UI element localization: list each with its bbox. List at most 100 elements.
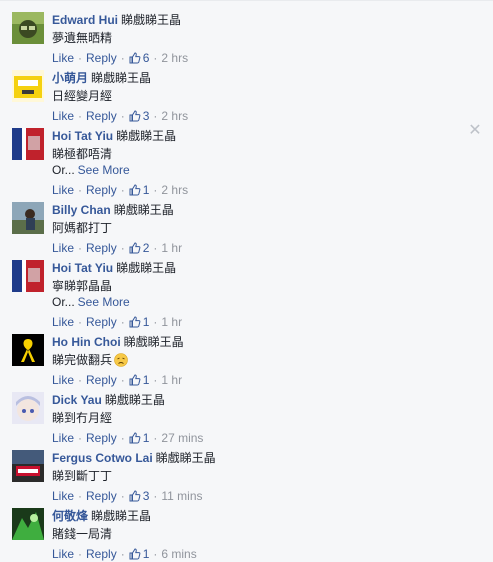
like-link[interactable]: Like bbox=[52, 183, 74, 197]
comment-author-link[interactable]: Fergus Cotwo Lai bbox=[52, 451, 153, 465]
top-divider bbox=[0, 0, 493, 1]
comment-page-tag[interactable]: 睇戲睇王晶 bbox=[105, 393, 165, 407]
thumbs-up-icon bbox=[129, 184, 141, 196]
reply-link[interactable]: Reply bbox=[86, 431, 117, 445]
comment-page-tag[interactable]: 睇戲睇王晶 bbox=[116, 261, 176, 275]
comment-timestamp[interactable]: 11 mins bbox=[161, 489, 202, 503]
like-count-value: 1 bbox=[142, 315, 150, 329]
separator-dot: · bbox=[78, 51, 83, 65]
comment-page-tag[interactable]: 睇戲睇王晶 bbox=[91, 509, 151, 523]
like-link[interactable]: Like bbox=[52, 431, 74, 445]
comment-page-tag[interactable]: 睇戲睇王晶 bbox=[156, 451, 216, 465]
like-link[interactable]: Like bbox=[52, 489, 74, 503]
reply-link[interactable]: Reply bbox=[86, 183, 117, 197]
separator-dot: · bbox=[153, 183, 158, 197]
comment-body: 小萌月 睇戲睇王晶 日經變月經 Like · Reply · 3 · 2 hrs bbox=[52, 70, 472, 124]
comment-actions: Like · Reply · 1 · 1 hr bbox=[52, 372, 472, 388]
comment-author-link[interactable]: Billy Chan bbox=[52, 203, 111, 217]
like-count[interactable]: 1 bbox=[129, 431, 150, 445]
comment-author-link[interactable]: Edward Hui bbox=[52, 13, 118, 27]
reply-link[interactable]: Reply bbox=[86, 373, 117, 387]
separator-dot: · bbox=[120, 109, 125, 123]
close-icon[interactable]: ✕ bbox=[468, 123, 482, 139]
comment-header: 何敬烽 睇戲睇王晶 bbox=[52, 508, 472, 524]
separator-dot: · bbox=[120, 315, 125, 329]
reply-link[interactable]: Reply bbox=[86, 489, 117, 503]
like-count[interactable]: 3 bbox=[129, 489, 149, 503]
like-count[interactable]: 2 bbox=[129, 241, 149, 255]
like-link[interactable]: Like bbox=[52, 51, 74, 65]
like-count[interactable]: 1 bbox=[129, 373, 149, 387]
comment-timestamp[interactable]: 2 hrs bbox=[161, 51, 188, 65]
yellow-cartoon-avatar[interactable] bbox=[12, 70, 44, 102]
reply-link[interactable]: Reply bbox=[86, 109, 117, 123]
comment-timestamp[interactable]: 2 hrs bbox=[161, 183, 188, 197]
comment-header: Hoi Tat Yiu 睇戲睇王晶 bbox=[52, 260, 472, 276]
like-count[interactable]: 1 bbox=[129, 183, 149, 197]
yellow-ribbon-avatar[interactable] bbox=[12, 334, 44, 366]
comment-header: Hoi Tat Yiu 睇戲睇王晶 bbox=[52, 128, 472, 144]
green-fantasy-avatar[interactable] bbox=[12, 508, 44, 540]
separator-dot: · bbox=[120, 373, 125, 387]
reply-link[interactable]: Reply bbox=[86, 51, 117, 65]
separator-dot: · bbox=[153, 431, 158, 445]
separator-dot: · bbox=[78, 489, 83, 503]
thumbs-up-icon bbox=[129, 110, 141, 122]
comment-header: Dick Yau 睇戲睇王晶 bbox=[52, 392, 472, 408]
like-count[interactable]: 3 bbox=[129, 109, 149, 123]
comment-author-link[interactable]: Hoi Tat Yiu bbox=[52, 261, 113, 275]
comment-timestamp[interactable]: 2 hrs bbox=[161, 109, 188, 123]
like-link[interactable]: Like bbox=[52, 315, 74, 329]
separator-dot: · bbox=[120, 51, 125, 65]
comment-author-link[interactable]: Ho Hin Choi bbox=[52, 335, 121, 349]
thumbs-up-icon bbox=[129, 432, 141, 444]
thumbs-up-icon bbox=[129, 316, 141, 328]
comment-more-text: Or... bbox=[52, 163, 75, 177]
comment-page-tag[interactable]: 睇戲睇王晶 bbox=[114, 203, 174, 217]
reply-link[interactable]: Reply bbox=[86, 315, 117, 329]
like-count[interactable]: 6 bbox=[129, 51, 149, 65]
separator-dot: · bbox=[78, 183, 83, 197]
see-more-link[interactable]: See More bbox=[78, 163, 130, 177]
separator-dot: · bbox=[153, 109, 158, 123]
comment-page-tag[interactable]: 睇戲睇王晶 bbox=[124, 335, 184, 349]
comment-author-link[interactable]: 小萌月 bbox=[52, 71, 88, 85]
thumbs-up-icon bbox=[129, 548, 141, 560]
comment-actions: Like · Reply · 1 · 6 mins bbox=[52, 546, 472, 562]
like-link[interactable]: Like bbox=[52, 241, 74, 255]
comment-text: 阿媽都打丁 bbox=[52, 220, 472, 236]
comment-page-tag[interactable]: 睇戲睇王晶 bbox=[91, 71, 151, 85]
flag-avatar[interactable] bbox=[12, 128, 44, 160]
photo-avatar[interactable] bbox=[12, 202, 44, 234]
comment-actions: Like · Reply · 6 · 2 hrs bbox=[52, 50, 472, 66]
comment-body: Edward Hui 睇戲睇王晶 夢遺無晒精 Like · Reply · 6 · 2 hrs bbox=[52, 12, 472, 66]
like-count[interactable]: 1 bbox=[129, 315, 150, 329]
comment-timestamp[interactable]: 1 hr bbox=[161, 373, 182, 387]
like-count-value: 1 bbox=[142, 431, 150, 445]
like-link[interactable]: Like bbox=[52, 373, 74, 387]
see-more-link[interactable]: See More bbox=[78, 295, 130, 309]
separator-dot: · bbox=[153, 241, 158, 255]
comment-body: Ho Hin Choi 睇戲睇王晶 睇完做翻兵 Like · Reply · 1 · 1 hr bbox=[52, 334, 472, 388]
arsenal-avatar[interactable] bbox=[12, 450, 44, 482]
anime-avatar[interactable] bbox=[12, 392, 44, 424]
comment-actions: Like · Reply · 1 · 27 mins bbox=[52, 430, 472, 446]
comment-page-tag[interactable]: 睇戲睇王晶 bbox=[121, 13, 181, 27]
comment-actions: Like · Reply · 3 · 11 mins bbox=[52, 488, 472, 504]
comment-body: Hoi Tat Yiu 睇戲睇王晶 寧睇郭晶晶 Or... See More Like · R… bbox=[52, 260, 472, 330]
comment-author-link[interactable]: 何敬烽 bbox=[52, 509, 88, 523]
comment-author-link[interactable]: Hoi Tat Yiu bbox=[52, 129, 113, 143]
flag-avatar[interactable] bbox=[12, 260, 44, 292]
thumbs-up-icon bbox=[129, 52, 141, 64]
separator-dot: · bbox=[153, 51, 158, 65]
comment-author-link[interactable]: Dick Yau bbox=[52, 393, 102, 407]
green-glasses-avatar[interactable] bbox=[12, 12, 44, 44]
comment-timestamp[interactable]: 27 mins bbox=[161, 431, 203, 445]
like-link[interactable]: Like bbox=[52, 109, 74, 123]
separator-dot: · bbox=[78, 109, 83, 123]
comment-actions: Like · Reply · 1 · 2 hrs bbox=[52, 182, 472, 198]
comment-page-tag[interactable]: 睇戲睇王晶 bbox=[116, 129, 176, 143]
reply-link[interactable]: Reply bbox=[86, 241, 117, 255]
comment-timestamp[interactable]: 1 hr bbox=[161, 315, 182, 329]
comment-timestamp[interactable]: 1 hr bbox=[161, 241, 182, 255]
